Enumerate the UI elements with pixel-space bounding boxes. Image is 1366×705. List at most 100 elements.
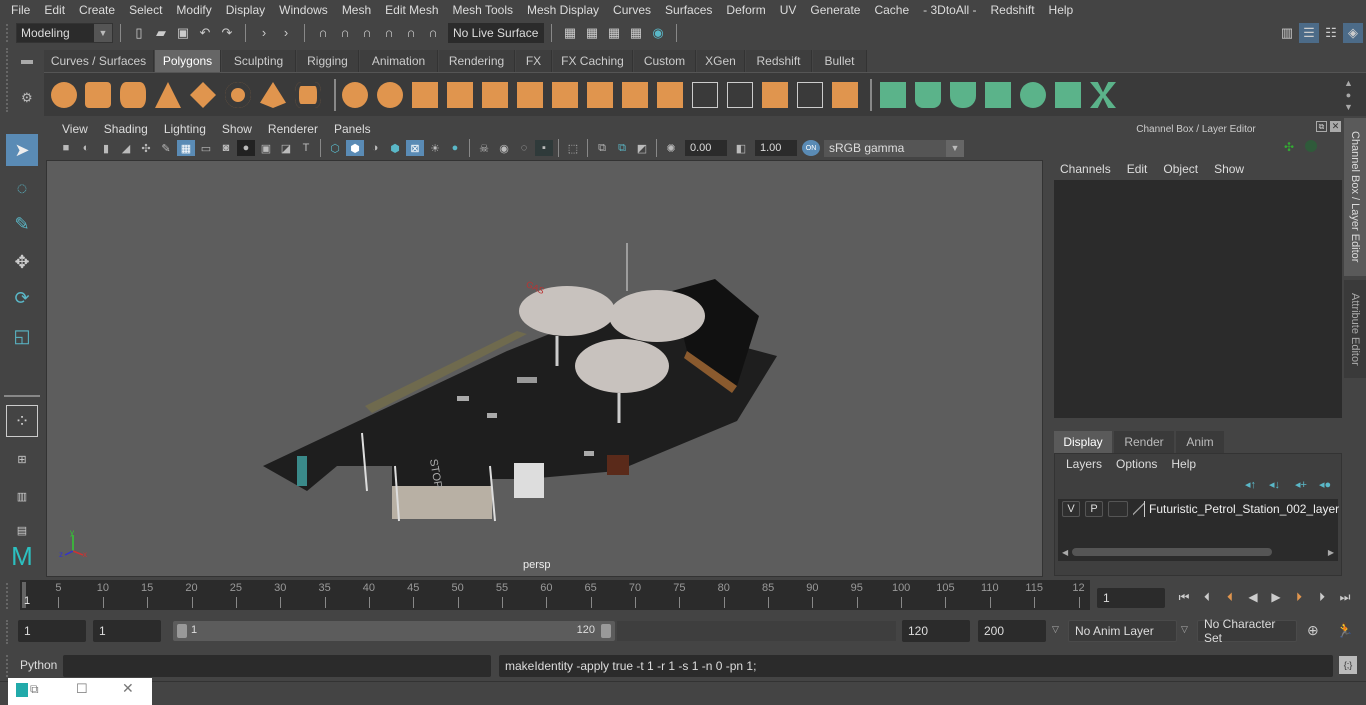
menu-3dtoall[interactable]: - 3DtoAll - xyxy=(916,3,983,17)
wireframe-icon[interactable]: ⬡ xyxy=(326,140,344,156)
anti-aliasing-icon[interactable]: ◌ xyxy=(515,140,533,156)
move-layer-up-icon[interactable]: ◂↑ xyxy=(1245,478,1256,491)
layer-menu-layers[interactable]: Layers xyxy=(1059,457,1109,471)
shelf-tab-sculpting[interactable]: Sculpting xyxy=(222,50,296,72)
auto-key-icon[interactable]: ⊕ xyxy=(1307,622,1319,639)
shelf-tab-rendering[interactable]: Rendering xyxy=(439,50,515,72)
menu-deform[interactable]: Deform xyxy=(719,3,772,17)
layer-menu-help[interactable]: Help xyxy=(1164,457,1203,471)
snap-view-plane-icon[interactable]: ∩ xyxy=(379,23,399,43)
hypershade-icon[interactable]: ◉ xyxy=(648,23,668,43)
shelf-tab-bullet[interactable]: Bullet xyxy=(813,50,867,72)
shelf-tab-custom[interactable]: Custom xyxy=(634,50,696,72)
offset-edge-loop-icon[interactable] xyxy=(727,82,753,108)
menu-select[interactable]: Select xyxy=(122,3,169,17)
select-camera-icon[interactable]: ■ xyxy=(57,140,75,156)
menu-surfaces[interactable]: Surfaces xyxy=(658,3,719,17)
extrude-icon[interactable] xyxy=(587,82,613,108)
use-all-lights-icon[interactable]: ☀ xyxy=(426,140,444,156)
poly-pyramid-icon[interactable] xyxy=(260,82,286,108)
time-slider[interactable]: 1 5 10 15 20 25 30 35 40 45 50 55 60 65 70 75 80 85 90 95 1… xyxy=(20,580,1090,610)
default-material-icon[interactable]: ◑ xyxy=(366,140,384,156)
channel-box-menu-show[interactable]: Show xyxy=(1208,162,1250,176)
new-layer-icon[interactable]: ◂+ xyxy=(1295,478,1307,491)
layer-color-swatch-icon[interactable] xyxy=(1133,501,1145,517)
scrollbar-thumb[interactable] xyxy=(1072,548,1273,556)
poly-cylinder-icon[interactable] xyxy=(120,82,146,108)
snap-curve-icon[interactable]: ∩ xyxy=(335,23,355,43)
animation-start-field[interactable]: 1 xyxy=(18,620,86,642)
boolean-icon[interactable] xyxy=(482,82,508,108)
bookmark-icon[interactable]: ▮ xyxy=(97,140,115,156)
shelf-tab-animation[interactable]: Animation xyxy=(360,50,438,72)
script-editor-icon[interactable]: {;} xyxy=(1339,656,1357,674)
workspace-menu-select[interactable]: Modeling ▼ xyxy=(16,22,113,43)
playback-start-field[interactable]: 1 xyxy=(93,620,161,642)
multi-cut-icon[interactable] xyxy=(552,82,578,108)
new-layer-selected-icon[interactable]: ◂● xyxy=(1319,478,1331,491)
menu-help[interactable]: Help xyxy=(1042,3,1081,17)
menu-cache[interactable]: Cache xyxy=(867,3,916,17)
layer-tab-render[interactable]: Render xyxy=(1114,431,1174,453)
menu-redshift[interactable]: Redshift xyxy=(984,3,1042,17)
depth-of-field-icon[interactable]: ▪ xyxy=(535,140,553,156)
shelf-tab-fx-caching[interactable]: FX Caching xyxy=(553,50,633,72)
menu-mesh-display[interactable]: Mesh Display xyxy=(520,3,606,17)
character-set-select[interactable]: No Character Set xyxy=(1197,617,1297,645)
move-layer-down-icon[interactable]: ◂↓ xyxy=(1269,478,1280,491)
anim-layer-chevron-icon[interactable]: ▽ xyxy=(1052,624,1059,635)
shadows-icon[interactable]: ● xyxy=(446,140,464,156)
isolate-select-icon[interactable]: ⬚ xyxy=(564,140,582,156)
play-backwards-icon[interactable]: ◀ xyxy=(1243,588,1263,606)
gamma-field[interactable]: 1.00 xyxy=(755,140,797,156)
planar-map-icon[interactable] xyxy=(880,82,906,108)
new-scene-icon[interactable]: ▯ xyxy=(129,23,149,43)
step-forward-frame-icon[interactable]: ⏵ xyxy=(1312,588,1332,606)
safe-action-icon[interactable]: ◪ xyxy=(277,140,295,156)
viewport-menu-shading[interactable]: Shading xyxy=(96,122,156,136)
speed-icon[interactable] xyxy=(1305,140,1317,152)
snap-point-icon[interactable]: ∩ xyxy=(357,23,377,43)
xray-joints-icon[interactable]: ◩ xyxy=(633,140,651,156)
poly-torus-icon[interactable] xyxy=(225,82,251,108)
menu-edit[interactable]: Edit xyxy=(37,3,72,17)
menu-create[interactable]: Create xyxy=(72,3,122,17)
bridge-icon[interactable] xyxy=(622,82,648,108)
range-drag-handle[interactable] xyxy=(6,620,10,644)
tool-settings-toggle-icon[interactable]: ☷ xyxy=(1321,23,1341,43)
modeling-toolkit-icon[interactable]: ▥ xyxy=(1277,23,1297,43)
layer-row[interactable]: V P Futuristic_Petrol_Station_002_layer xyxy=(1058,499,1339,519)
shelf-tab-xgen[interactable]: XGen xyxy=(697,50,745,72)
menu-uv[interactable]: UV xyxy=(773,3,804,17)
channel-box-menu-channels[interactable]: Channels xyxy=(1054,162,1117,176)
current-frame-field[interactable]: 1 xyxy=(1097,588,1165,608)
side-tab-attribute-editor[interactable]: Attribute Editor xyxy=(1344,280,1366,378)
color-management-on-icon[interactable]: ON xyxy=(802,140,820,156)
render-view-icon[interactable]: ▦ xyxy=(560,23,580,43)
snap-live-surface-icon[interactable]: ∩ xyxy=(401,23,421,43)
close-panel-icon[interactable]: ✕ xyxy=(1330,121,1341,132)
perspective-viewport[interactable]: GAS STOP y x z persp xyxy=(46,160,1043,577)
menu-windows[interactable]: Windows xyxy=(272,3,335,17)
film-gate-icon[interactable]: ▭ xyxy=(197,140,215,156)
motion-blur-icon[interactable]: ◉ xyxy=(495,140,513,156)
collapse-arrow-icon[interactable]: › xyxy=(254,23,274,43)
bevel-icon[interactable] xyxy=(657,82,683,108)
playback-end-field[interactable]: 120 xyxy=(902,620,970,642)
shelf-tab-rigging[interactable]: Rigging xyxy=(297,50,359,72)
menu-modify[interactable]: Modify xyxy=(169,3,218,17)
shelf-tab-fx[interactable]: FX xyxy=(516,50,552,72)
outliner-layout-icon[interactable]: ▥ xyxy=(6,480,38,512)
float-panel-icon[interactable]: ⧉ xyxy=(1316,121,1327,132)
render-frame-icon[interactable]: ▦ xyxy=(582,23,602,43)
menu-display[interactable]: Display xyxy=(219,3,272,17)
character-set-chevron-icon[interactable]: ▽ xyxy=(1181,624,1188,635)
viewport-menu-panels[interactable]: Panels xyxy=(326,122,379,136)
shelf-settings-gear-icon[interactable]: ⚙ xyxy=(21,90,33,106)
timeline-drag-handle[interactable] xyxy=(6,583,10,609)
range-end-handle[interactable] xyxy=(601,624,611,638)
step-forward-key-icon[interactable]: ⏵ xyxy=(1289,588,1309,606)
poly-sphere-icon[interactable] xyxy=(51,82,77,108)
menu-mesh-tools[interactable]: Mesh Tools xyxy=(446,3,520,17)
channel-box-toggle-icon[interactable]: ◈ xyxy=(1343,22,1363,43)
